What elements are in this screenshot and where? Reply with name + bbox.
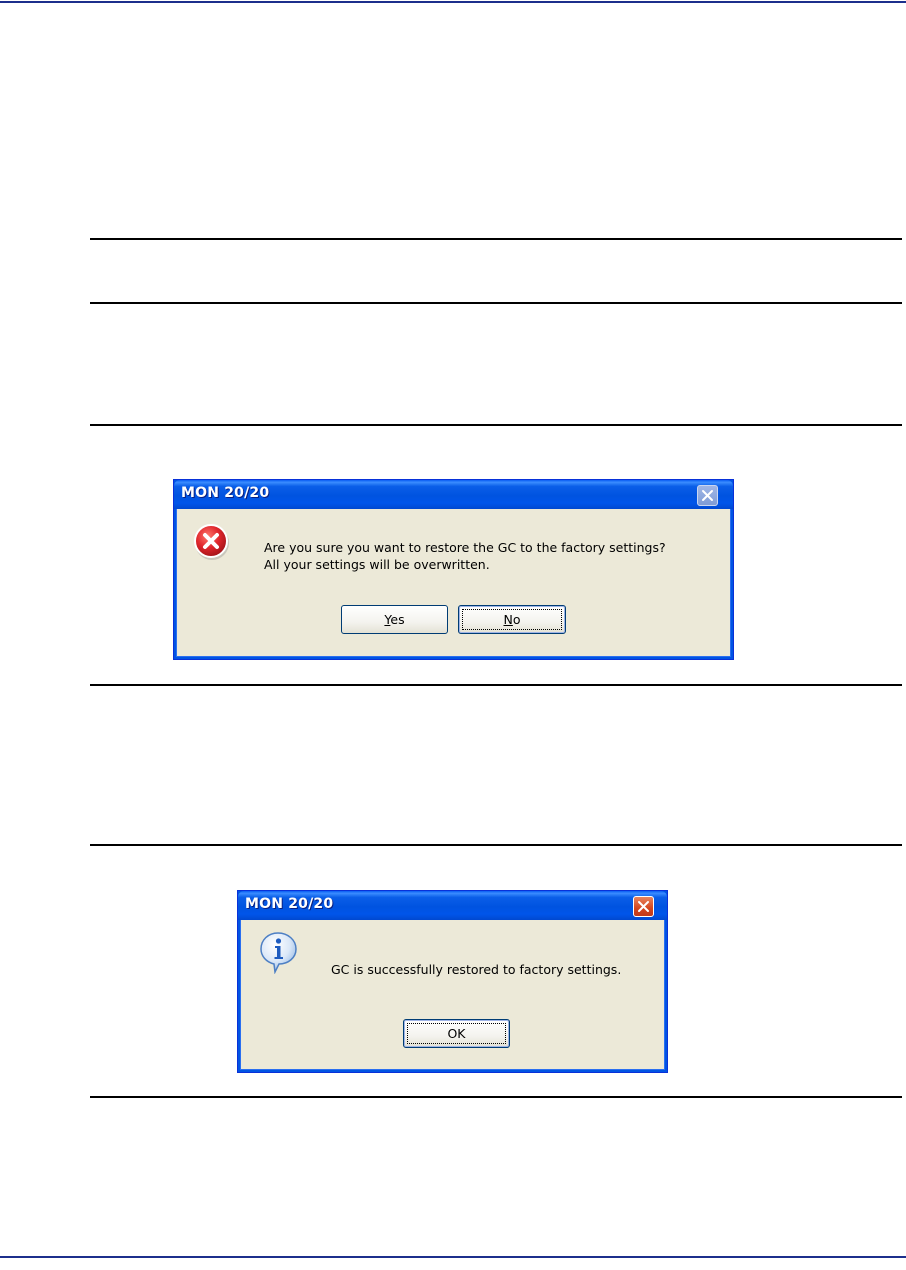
confirm-message-line2: All your settings will be overwritten.: [264, 557, 490, 572]
dialog-body: Are you sure you want to restore the GC …: [177, 509, 730, 656]
close-button[interactable]: [697, 485, 718, 506]
close-button[interactable]: [633, 896, 654, 917]
divider-1: [90, 238, 902, 240]
dialog-body: GC is successfully restored to factory s…: [241, 920, 664, 1069]
confirm-dialog-titlebar[interactable]: MON 20/20: [174, 480, 733, 509]
divider-2: [90, 302, 902, 304]
no-label-rest: o: [512, 612, 521, 627]
divider-4: [90, 684, 902, 686]
confirm-restore-dialog: MON 20/20 Are you sure you want to resto…: [173, 479, 734, 660]
divider-3: [90, 424, 902, 426]
no-button[interactable]: No: [458, 605, 566, 634]
close-icon: [638, 901, 649, 912]
divider-6: [90, 1096, 902, 1098]
error-icon: [194, 524, 229, 560]
confirm-message-line1: Are you sure you want to restore the GC …: [264, 540, 666, 555]
info-dialog-titlebar[interactable]: MON 20/20: [238, 891, 667, 920]
dialog-title: MON 20/20: [245, 896, 334, 912]
page-top-rule: [0, 1, 906, 3]
ok-button[interactable]: OK: [403, 1019, 510, 1048]
ok-label: OK: [447, 1026, 466, 1041]
info-message: GC is successfully restored to factory s…: [331, 962, 622, 977]
dialog-title: MON 20/20: [181, 485, 270, 501]
restore-success-dialog: MON 20/20 GC is successfully restored to…: [237, 890, 668, 1073]
close-icon: [702, 490, 713, 501]
divider-5: [90, 844, 902, 846]
no-mnemonic: N: [503, 612, 513, 627]
yes-label-rest: es: [390, 612, 405, 627]
info-icon: [260, 932, 297, 974]
yes-button[interactable]: Yes: [341, 605, 448, 634]
page-bottom-rule: [0, 1256, 906, 1258]
